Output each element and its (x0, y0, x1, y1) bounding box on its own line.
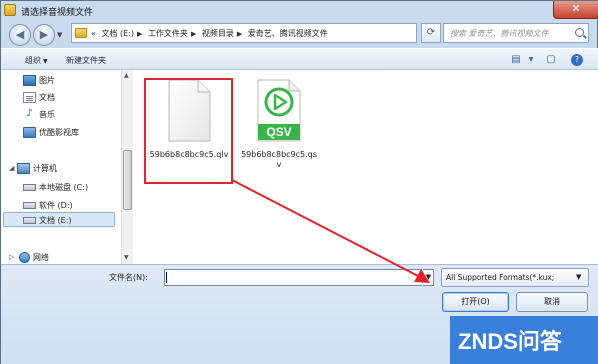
close-button[interactable]: ✕ (553, 1, 598, 19)
breadcrumb-item[interactable]: 爱奇艺、腾讯视频文件 (248, 29, 328, 38)
file-open-dialog: 请选择音视频文件 ✕ ◀ ▶ ▼ « 文档 (E:) ▶ 工作文件夹 ▶ 视频目录 ▶… (0, 0, 598, 364)
help-icon[interactable]: ? (571, 54, 583, 66)
window-title: 请选择音视频文件 (21, 8, 94, 18)
breadcrumb: « 文档 (E:) ▶ 工作文件夹 ▶ 视频目录 ▶ 爱奇艺、腾讯视频文件 (91, 29, 328, 38)
nav-item-music[interactable]: 音乐 (39, 109, 55, 120)
search-input[interactable]: 搜索 爱奇艺、腾讯视频文件 (443, 23, 589, 43)
computer-icon (17, 163, 30, 174)
folder-icon (4, 4, 16, 16)
drive-icon (23, 217, 36, 224)
filename-label: 文件名(N): (109, 273, 148, 282)
back-button[interactable]: ◀ (9, 24, 31, 46)
file-type-select[interactable]: All Supported Formats(*.kux; (441, 268, 589, 287)
command-bar: 组织 ▼ 新建文件夹 ▤ ▼ ▢ ? (1, 48, 598, 70)
nav-item-pictures[interactable]: 图片 (39, 75, 55, 86)
filename-dropdown-icon[interactable]: ▼ (422, 269, 434, 286)
pictures-icon (23, 75, 36, 86)
qsv-badge-label: QSV (266, 125, 291, 139)
qsv-file-icon: QSV (257, 79, 301, 142)
scroll-up-icon[interactable]: ▲ (124, 72, 129, 79)
refresh-button[interactable]: ⟳ (421, 23, 441, 43)
drive-icon (23, 184, 36, 191)
open-button[interactable]: 打开(O) (442, 292, 509, 312)
nav-item-documents[interactable]: 文档 (39, 92, 55, 103)
filename-input[interactable] (164, 269, 434, 286)
new-folder-button[interactable]: 新建文件夹 (66, 55, 106, 66)
nav-item-drive-e[interactable]: 文档 (E:) (39, 215, 72, 226)
network-icon (19, 252, 30, 263)
nav-item-youku-library[interactable]: 优酷影视库 (39, 127, 79, 138)
view-dropdown-icon[interactable]: ▼ (523, 52, 539, 67)
breadcrumb-item[interactable]: 文档 (E:) (101, 29, 134, 38)
scroll-down-icon[interactable]: ▼ (124, 254, 129, 261)
expand-arrow-icon[interactable]: ◢ (9, 164, 14, 172)
breadcrumb-item[interactable]: 工作文件夹 (148, 29, 188, 38)
watermark-text: ZNDS问答 (458, 329, 562, 354)
music-icon: ♪ (26, 108, 33, 119)
file-name: 59b6b8c8bc9c5.qsv (241, 150, 317, 169)
video-library-icon (23, 127, 36, 138)
annotation-highlight-box (144, 78, 233, 184)
folder-icon (75, 28, 87, 38)
search-icon[interactable] (575, 28, 584, 37)
title-bar: 请选择音视频文件 ✕ (1, 1, 598, 21)
drive-icon (23, 202, 36, 209)
forward-button[interactable]: ▶ (33, 24, 55, 46)
nav-item-computer[interactable]: 计算机 (33, 163, 57, 174)
organize-button[interactable]: 组织 ▼ (25, 55, 48, 66)
cancel-button[interactable]: 取消 (516, 292, 588, 312)
expand-arrow-icon[interactable]: ▷ (9, 253, 14, 261)
documents-icon (23, 92, 36, 103)
scroll-thumb[interactable] (123, 150, 132, 210)
recent-locations-dropdown[interactable]: ▼ (57, 31, 62, 39)
breadcrumb-item[interactable]: 视频目录 (202, 29, 234, 38)
file-item-qsv[interactable]: QSV 59b6b8c8bc9c5.qsv (236, 78, 322, 170)
view-options-icon[interactable]: ▤ (508, 52, 524, 67)
nav-scrollbar[interactable]: ▲ ▼ (121, 70, 133, 264)
navigation-pane: 图片 文档 ♪ 音乐 优酷影视库 ◢ 计算机 本地磁盘 (C:) 软件 (D:)… (1, 70, 123, 264)
nav-item-drive-c[interactable]: 本地磁盘 (C:) (39, 182, 88, 193)
nav-item-drive-d[interactable]: 软件 (D:) (39, 200, 73, 211)
chevron-down-icon[interactable]: ▼ (576, 273, 581, 281)
nav-item-network[interactable]: 网络 (33, 252, 49, 263)
text-cursor (166, 272, 167, 283)
preview-pane-icon[interactable]: ▢ (543, 52, 559, 67)
breadcrumb-overflow[interactable]: « (91, 29, 96, 38)
address-bar[interactable]: « 文档 (E:)▶ 工作文件夹▶ 视频目录▶ 爱奇艺、腾讯视频文件 ▼ (71, 23, 477, 43)
